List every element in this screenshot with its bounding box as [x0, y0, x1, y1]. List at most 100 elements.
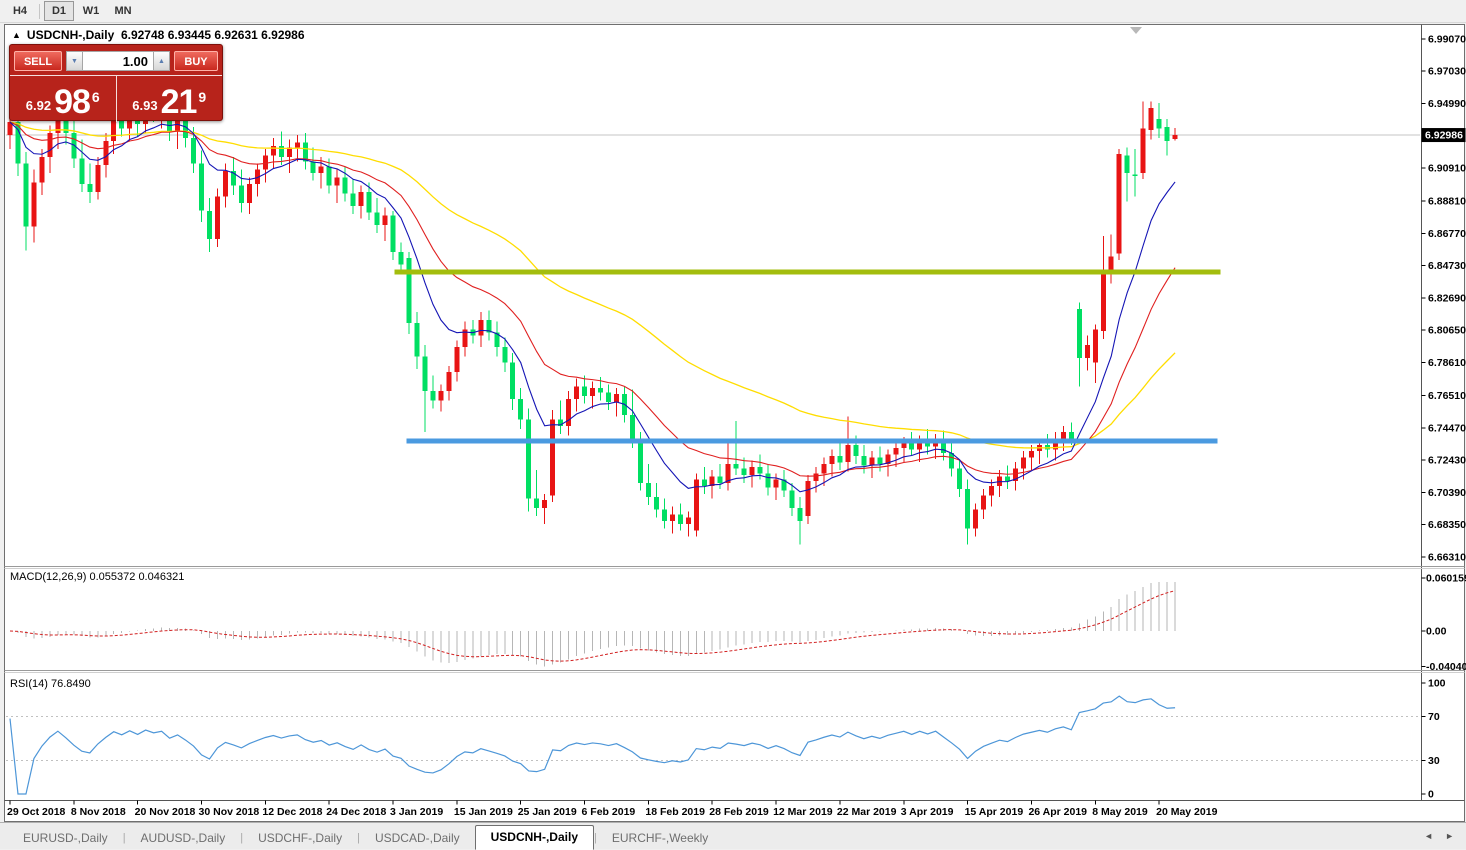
- volume-stepper: ▼ 1.00 ▲: [66, 51, 170, 71]
- candle: [247, 184, 252, 203]
- tab-usdcnh-daily[interactable]: USDCNH-,Daily: [475, 825, 594, 850]
- candle: [582, 386, 587, 395]
- candle: [39, 157, 44, 182]
- buy-price-pip: 9: [198, 90, 206, 104]
- one-click-trading-panel: SELL ▼ 1.00 ▲ BUY 6.92 98 6 6.93 21 9: [9, 44, 223, 121]
- candle: [199, 163, 204, 210]
- chart-window-frame: [5, 25, 1465, 822]
- tab-scroll-right-icon[interactable]: ►: [1445, 831, 1454, 841]
- volume-input[interactable]: 1.00: [83, 51, 153, 71]
- candle: [518, 399, 523, 420]
- rsi-indicator-label: RSI(14) 76.8490: [10, 678, 91, 690]
- tab-scroll-left-icon[interactable]: ◄: [1424, 831, 1433, 841]
- date-tick-label: 18 Feb 2019: [645, 806, 705, 818]
- macd-name: MACD(12,26,9): [10, 571, 86, 583]
- candle: [359, 192, 364, 206]
- candle: [103, 141, 108, 165]
- rsi-value: 76.8490: [51, 678, 91, 690]
- date-tick-label: 3 Apr 2019: [901, 806, 954, 818]
- candle: [877, 458, 882, 464]
- timeframe-button-w1[interactable]: W1: [76, 1, 106, 21]
- price-tick-label: 6.80650: [1428, 325, 1466, 337]
- candle: [702, 480, 707, 486]
- buy-price-display[interactable]: 6.93 21 9: [117, 76, 223, 122]
- candle: [422, 356, 427, 391]
- candle: [311, 162, 316, 173]
- ohlc-open: 6.92748: [121, 28, 164, 42]
- date-tick-label: 15 Apr 2019: [965, 806, 1024, 818]
- timeframe-button-mn[interactable]: MN: [108, 1, 138, 21]
- tab-eurusd-daily[interactable]: EURUSD-,Daily: [8, 828, 123, 849]
- candle: [742, 469, 747, 475]
- date-tick-label: 20 Nov 2018: [135, 806, 196, 818]
- date-tick-label: 12 Dec 2018: [262, 806, 322, 818]
- buy-button[interactable]: BUY: [174, 51, 218, 71]
- candle: [837, 456, 842, 462]
- tab-eurchf-weekly[interactable]: EURCHF-,Weekly: [597, 828, 723, 849]
- candle: [191, 138, 196, 163]
- price-tick-label: 6.78610: [1428, 357, 1466, 369]
- tab-usdcad-daily[interactable]: USDCAD-,Daily: [360, 828, 475, 849]
- date-tick-label: 3 Jan 2019: [390, 806, 443, 818]
- candle: [638, 440, 643, 483]
- collapse-panel-icon[interactable]: ▲: [12, 30, 21, 40]
- candle: [407, 258, 412, 323]
- candle: [614, 394, 619, 402]
- candle: [893, 448, 898, 454]
- candle: [87, 184, 92, 192]
- trade-prices-row: 6.92 98 6 6.93 21 9: [10, 76, 222, 122]
- volume-increase-icon[interactable]: ▲: [153, 51, 170, 71]
- candle: [829, 456, 834, 464]
- candle: [1077, 309, 1082, 358]
- candle: [654, 497, 659, 510]
- price-tick-label: 6.68350: [1428, 519, 1466, 531]
- candle: [766, 473, 771, 487]
- candle: [1061, 432, 1066, 438]
- candle: [95, 165, 100, 192]
- candle: [510, 363, 515, 399]
- candle: [295, 143, 300, 148]
- ohlc-low: 6.92631: [214, 28, 257, 42]
- timeframe-button-h4[interactable]: H4: [5, 1, 35, 21]
- ohlc-close: 6.92986: [261, 28, 304, 42]
- price-tick-label: 6.84730: [1428, 260, 1466, 272]
- candle: [646, 483, 651, 497]
- candle: [271, 146, 276, 155]
- candle: [526, 420, 531, 499]
- candle: [319, 166, 324, 172]
- tab-usdchf-daily[interactable]: USDCHF-,Daily: [243, 828, 357, 849]
- timeframe-button-d1[interactable]: D1: [44, 1, 74, 21]
- chart-canvas[interactable]: 6.990706.970306.949906.909106.888106.867…: [0, 0, 1466, 849]
- price-tick-label: 6.66310: [1428, 551, 1466, 563]
- candle: [798, 508, 803, 521]
- date-tick-label: 30 Nov 2018: [199, 806, 260, 818]
- candle: [989, 486, 994, 495]
- date-tick-label: 29 Oct 2018: [7, 806, 66, 818]
- candle: [630, 415, 635, 440]
- candle: [606, 393, 611, 402]
- candle: [686, 518, 691, 524]
- candle: [327, 166, 332, 185]
- candle: [534, 499, 539, 508]
- candle: [1021, 458, 1026, 469]
- date-tick-label: 22 Mar 2019: [837, 806, 897, 818]
- sell-price-display[interactable]: 6.92 98 6: [10, 76, 117, 122]
- date-tick-label: 25 Jan 2019: [518, 806, 577, 818]
- sell-price-main: 98: [54, 87, 90, 117]
- price-tick-label: 6.74470: [1428, 422, 1466, 434]
- candle: [446, 372, 451, 391]
- date-tick-label: 20 May 2019: [1156, 806, 1217, 818]
- candle: [957, 469, 962, 490]
- candle: [502, 347, 507, 363]
- candle: [734, 464, 739, 469]
- sell-button[interactable]: SELL: [14, 51, 62, 71]
- candle: [590, 388, 595, 396]
- volume-decrease-icon[interactable]: ▼: [66, 51, 83, 71]
- sell-price-prefix: 6.92: [26, 95, 51, 117]
- candle: [1133, 174, 1138, 176]
- candle: [414, 323, 419, 356]
- tab-audusd-daily[interactable]: AUDUSD-,Daily: [126, 828, 241, 849]
- trade-controls-row: SELL ▼ 1.00 ▲ BUY: [10, 45, 222, 76]
- candle: [1101, 272, 1106, 331]
- current-price-badge: 6.92986: [1422, 128, 1466, 142]
